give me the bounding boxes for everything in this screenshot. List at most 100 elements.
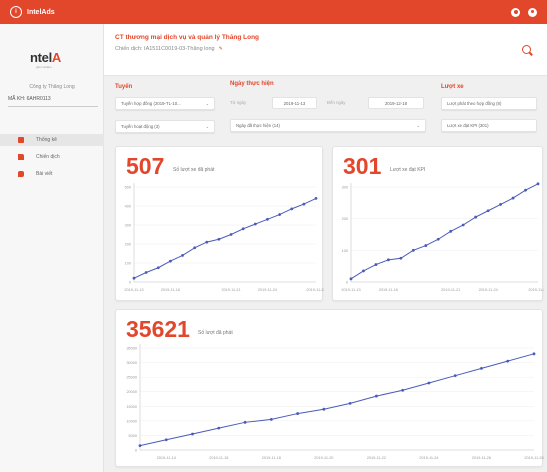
y-tick-label: 30000 bbox=[126, 361, 137, 365]
search-icon[interactable] bbox=[522, 45, 531, 54]
data-point bbox=[362, 269, 365, 273]
data-point bbox=[375, 394, 378, 398]
campaign-header: CT thương mại dịch vụ và quản lý Thăng L… bbox=[104, 24, 547, 76]
chevron-down-icon: ⌄ bbox=[416, 123, 420, 128]
y-tick-label: 200 bbox=[125, 243, 131, 247]
data-point bbox=[399, 256, 403, 260]
y-tick-label: 0 bbox=[129, 281, 131, 285]
y-tick-label: 200 bbox=[342, 217, 348, 221]
total-plays-chart: 0 5000 10000 15000 20000 25000 30000 35000 2019-… bbox=[126, 344, 544, 460]
route-label: Tuyến bbox=[115, 84, 133, 90]
x-tick-label: 2019-11-18 bbox=[262, 456, 281, 460]
edit-icon[interactable]: ✎ bbox=[219, 46, 223, 52]
y-tick-label: 400 bbox=[125, 205, 131, 209]
data-point bbox=[193, 246, 197, 250]
data-point bbox=[269, 418, 273, 421]
campaign-icon bbox=[18, 154, 24, 160]
sidebar-divider bbox=[8, 106, 98, 107]
total-plays-card: 35621 Số lượt đã phát 0 5000 10000 15000 200… bbox=[115, 309, 544, 467]
logo-tagline: gôm reklam bbox=[36, 65, 52, 69]
data-point bbox=[511, 196, 515, 200]
x-tick-label: 2019-11-13 bbox=[124, 288, 143, 292]
posts-icon bbox=[18, 171, 24, 177]
from-date-label: Từ ngày bbox=[230, 100, 247, 105]
data-point bbox=[290, 207, 294, 211]
x-tick-label: 2019-11-21 bbox=[221, 288, 240, 292]
data-point bbox=[205, 240, 209, 244]
y-tick-label: 0 bbox=[346, 281, 348, 285]
y-tick-label: 25000 bbox=[126, 376, 137, 380]
y-tick-label: 100 bbox=[125, 262, 131, 266]
brand-logo-icon: i bbox=[10, 6, 22, 18]
select-value: Ngày đã thực hiện (14) bbox=[236, 123, 280, 128]
chart-icon bbox=[18, 137, 24, 143]
kpi-trips-card: 301 Lượt xe đạt KPI 0 100 200 300 2019-11-13… bbox=[332, 146, 544, 301]
to-date-input[interactable]: 2019-12-18 bbox=[368, 97, 424, 109]
data-point bbox=[243, 420, 247, 424]
user-account-icon[interactable] bbox=[528, 7, 537, 17]
data-point bbox=[536, 182, 540, 186]
sidebar-item-statistics[interactable]: Thống kê bbox=[0, 134, 104, 146]
y-tick-label: 300 bbox=[125, 224, 131, 228]
data-point bbox=[191, 432, 194, 436]
executed-days-select[interactable]: Ngày đã thực hiện (14) ⌄ bbox=[230, 119, 426, 132]
data-point bbox=[253, 222, 257, 226]
data-point bbox=[217, 237, 221, 241]
select-value: Tuyến hoạt động (3) bbox=[121, 124, 160, 129]
button-label: Lượt phát theo hợp đồng (8) bbox=[447, 101, 502, 106]
route-contract-select[interactable]: Tuyến hợp đồng (2019-TL-10... ⌄ bbox=[115, 97, 215, 110]
x-tick-label: 2019-11-24 bbox=[419, 456, 438, 460]
brand-name: IntelAds bbox=[27, 8, 55, 16]
data-point bbox=[164, 438, 168, 442]
data-point bbox=[144, 271, 148, 274]
route-active-select[interactable]: Tuyến hoạt động (3) ⌄ bbox=[115, 120, 215, 133]
y-tick-label: 20000 bbox=[126, 390, 137, 394]
data-point bbox=[296, 412, 299, 415]
from-date-input[interactable]: 2019-11-13 bbox=[272, 97, 317, 109]
sidebar-item-label: Thống kê bbox=[36, 137, 57, 143]
x-tick-label: 2019-11-24 bbox=[479, 288, 498, 292]
kpi-trips-button[interactable]: Lượt xe đạt KPI (301) bbox=[441, 119, 537, 132]
data-point bbox=[524, 188, 527, 192]
company-title: CT thương mại dịch vụ và quản lý Thăng L… bbox=[115, 34, 260, 41]
sidebar-item-posts[interactable]: Bài viết bbox=[0, 168, 104, 180]
x-tick-label: 2019-11-16 bbox=[379, 288, 398, 292]
trips-label: Lượt xe bbox=[441, 84, 464, 90]
data-point bbox=[156, 266, 160, 270]
data-point bbox=[480, 367, 483, 370]
logo-accent-text: A bbox=[51, 50, 62, 65]
to-date-label: Đến ngày bbox=[327, 100, 346, 105]
data-point bbox=[401, 388, 405, 392]
y-tick-label: 300 bbox=[342, 186, 348, 190]
data-point bbox=[532, 352, 536, 356]
chevron-down-icon: ⌄ bbox=[205, 124, 209, 129]
y-tick-label: 5000 bbox=[129, 434, 137, 438]
chevron-down-icon: ⌄ bbox=[205, 101, 209, 106]
date-label: Ngày thực hiện bbox=[230, 81, 274, 87]
y-tick-label: 15000 bbox=[126, 405, 137, 409]
data-point bbox=[266, 217, 269, 221]
sidebar-item-label: Bài viết bbox=[36, 171, 53, 177]
data-point bbox=[138, 444, 142, 448]
data-point bbox=[461, 223, 465, 227]
data-point bbox=[411, 248, 415, 252]
contract-trips-button[interactable]: Lượt phát theo hợp đồng (8) bbox=[441, 97, 537, 110]
data-point bbox=[436, 237, 440, 241]
x-tick-label: 2019-11-14 bbox=[157, 456, 176, 460]
select-value: Tuyến hợp đồng (2019-TL-10... bbox=[121, 101, 181, 106]
sidebar-item-campaigns[interactable]: Chiến dịch bbox=[0, 151, 104, 163]
data-point bbox=[169, 259, 172, 263]
kpi-trips-chart: 0 100 200 300 2019-11-13 2019-11-16 2019-11-21… bbox=[341, 182, 544, 292]
x-tick-label: 2019-11-20 bbox=[314, 456, 333, 460]
data-point bbox=[322, 407, 326, 411]
y-tick-label: 10000 bbox=[126, 419, 137, 423]
data-point bbox=[427, 381, 431, 385]
campaign-subtitle: Chiến dịch: IA1511C0019-03-Thăng long ✎ bbox=[115, 46, 223, 52]
settings-icon[interactable] bbox=[511, 7, 520, 17]
main-content: CT thương mại dịch vụ và quản lý Thăng L… bbox=[104, 24, 547, 472]
y-tick-label: 35000 bbox=[126, 347, 137, 351]
campaign-name: Chiến dịch: IA1511C0019-03-Thăng long bbox=[115, 46, 215, 52]
data-point bbox=[474, 215, 478, 219]
series-line bbox=[139, 353, 535, 447]
customer-code: MÃ KH: 6AHR0113 bbox=[8, 96, 51, 102]
